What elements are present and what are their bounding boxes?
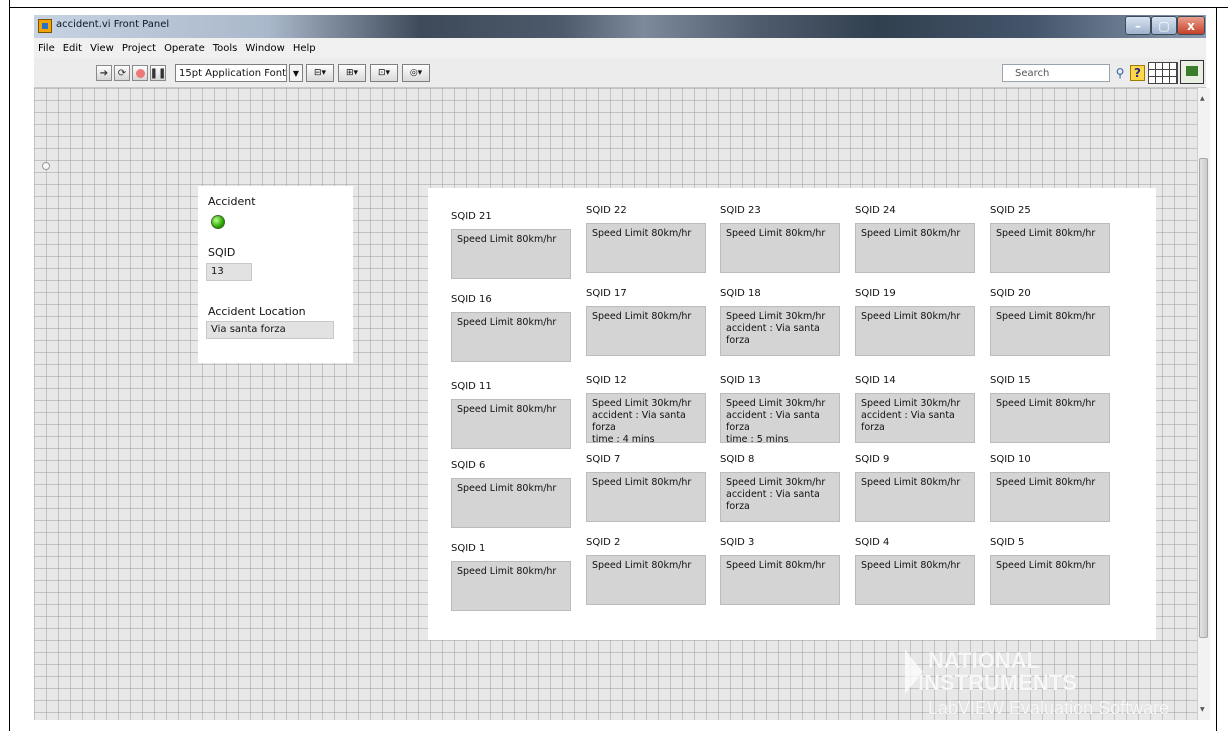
sqid-cell-display[interactable]: Speed Limit 80km/hr — [720, 223, 840, 273]
sqid-cell-label: SQID 13 — [720, 375, 761, 386]
sqid-cell-display[interactable]: Speed Limit 80km/hr — [990, 306, 1110, 356]
sqid-cell-label: SQID 16 — [451, 294, 492, 305]
menu-tools[interactable]: Tools — [213, 43, 238, 54]
run-continuously-icon[interactable]: ⟳ — [114, 65, 130, 81]
sqid-cell-label: SQID 8 — [720, 454, 755, 465]
menu-project[interactable]: Project — [122, 43, 156, 54]
accident-label: Accident — [208, 195, 256, 208]
help-icon[interactable]: ? — [1130, 65, 1145, 81]
sqid-cell-display[interactable]: Speed Limit 30km/hr accident : Via santa… — [586, 393, 706, 443]
sqid-cell-display[interactable]: Speed Limit 80km/hr — [451, 399, 571, 449]
sqid-grid-panel: SQID 21 Speed Limit 80km/hr SQID 22 Speed L… — [428, 188, 1156, 640]
maximize-button[interactable]: ▢ — [1151, 16, 1177, 35]
sqid-cell-display[interactable]: Speed Limit 30km/hr accident : Via santa… — [720, 472, 840, 522]
title-bar[interactable] — [34, 15, 1206, 38]
sqid-cell-label: SQID 25 — [990, 205, 1031, 216]
sqid-cell-label: SQID 2 — [586, 537, 621, 548]
sqid-cell-display[interactable]: Speed Limit 80km/hr — [720, 555, 840, 605]
sqid-cell-display[interactable]: Speed Limit 30km/hr accident : Via santa… — [720, 393, 840, 443]
sqid-cell-display[interactable]: Speed Limit 80km/hr — [990, 555, 1110, 605]
sqid-cell-label: SQID 12 — [586, 375, 627, 386]
screen-border — [1216, 8, 1228, 731]
sqid-cell-label: SQID 4 — [855, 537, 890, 548]
window-title: accident.vi Front Panel — [56, 19, 170, 30]
pause-icon[interactable]: ❚❚ — [150, 65, 166, 81]
sqid-cell-label: SQID 20 — [990, 288, 1031, 299]
sqid-cell-label: SQID 7 — [586, 454, 621, 465]
sqid-cell-label: SQID 17 — [586, 288, 627, 299]
sqid-cell-label: SQID 9 — [855, 454, 890, 465]
minimize-button[interactable]: – — [1125, 16, 1151, 35]
sqid-cell-label: SQID 24 — [855, 205, 896, 216]
search-input[interactable]: Search — [1002, 64, 1110, 82]
sqid-cell-display[interactable]: Speed Limit 80km/hr — [855, 472, 975, 522]
menu-file[interactable]: File — [38, 43, 55, 54]
menu-bar: File Edit View Project Operate Tools Win… — [34, 38, 1206, 58]
sqid-cell-display[interactable]: Speed Limit 30km/hr accident : Via santa… — [720, 306, 840, 356]
watermark-evaluation: LabVIEW Evaluation Software — [928, 698, 1170, 718]
sqid-cell-label: SQID 23 — [720, 205, 761, 216]
sqid-label: SQID — [208, 246, 236, 259]
abort-icon[interactable] — [132, 65, 148, 81]
sqid-cell-label: SQID 11 — [451, 381, 492, 392]
screen-border — [0, 0, 10, 731]
connector-pane-icon[interactable] — [1148, 62, 1178, 84]
canvas-origin-marker — [42, 162, 50, 170]
distribute-objects-icon[interactable]: ⊞▾ — [338, 64, 366, 82]
sqid-cell-display[interactable]: Speed Limit 80km/hr — [990, 223, 1110, 273]
accident-location-label: Accident Location — [208, 305, 306, 318]
sqid-cell-display[interactable]: Speed Limit 80km/hr — [990, 393, 1110, 443]
sqid-cell-display[interactable]: Speed Limit 80km/hr — [855, 223, 975, 273]
sqid-cell-display[interactable]: Speed Limit 80km/hr — [451, 312, 571, 362]
search-icon[interactable]: ⚲ — [1112, 64, 1128, 82]
sqid-cell-display[interactable]: Speed Limit 80km/hr — [451, 478, 571, 528]
screen-border — [10, 0, 1228, 8]
sqid-cell-label: SQID 18 — [720, 288, 761, 299]
sqid-cell-display[interactable]: Speed Limit 80km/hr — [855, 555, 975, 605]
sqid-cell-display[interactable]: Speed Limit 80km/hr — [586, 306, 706, 356]
sqid-cell-display[interactable]: Speed Limit 80km/hr — [990, 472, 1110, 522]
scroll-down-icon[interactable]: ▼ — [1200, 706, 1205, 713]
sqid-cell-label: SQID 19 — [855, 288, 896, 299]
menu-help[interactable]: Help — [293, 43, 316, 54]
resize-objects-icon[interactable]: ⊡▾ — [370, 64, 398, 82]
sqid-cell-display[interactable]: Speed Limit 80km/hr — [586, 223, 706, 273]
sqid-cell-label: SQID 15 — [990, 375, 1031, 386]
align-objects-icon[interactable]: ⊟▾ — [306, 64, 334, 82]
close-button[interactable]: x — [1177, 16, 1205, 35]
chevron-down-icon[interactable]: ▼ — [289, 64, 303, 82]
sqid-cell-label: SQID 5 — [990, 537, 1025, 548]
accident-led-indicator[interactable] — [211, 215, 225, 229]
menu-window[interactable]: Window — [245, 43, 284, 54]
sqid-cell-label: SQID 21 — [451, 211, 492, 222]
sqid-cell-label: SQID 3 — [720, 537, 755, 548]
sqid-cell-display[interactable]: Speed Limit 80km/hr — [451, 229, 571, 279]
sqid-cell-label: SQID 14 — [855, 375, 896, 386]
reorder-icon[interactable]: ◎▾ — [402, 64, 430, 82]
menu-edit[interactable]: Edit — [63, 43, 82, 54]
font-select[interactable]: 15pt Application Font — [175, 64, 287, 82]
labview-app-icon[interactable] — [38, 19, 52, 33]
menu-operate[interactable]: Operate — [164, 43, 205, 54]
sqid-cell-display[interactable]: Speed Limit 80km/hr — [451, 561, 571, 611]
vi-icon[interactable] — [1180, 60, 1204, 84]
sqid-cell-label: SQID 6 — [451, 460, 486, 471]
sqid-cell-label: SQID 1 — [451, 543, 486, 554]
sqid-cell-display[interactable]: Speed Limit 80km/hr — [586, 555, 706, 605]
scroll-up-icon[interactable]: ▲ — [1200, 95, 1205, 102]
sqid-indicator[interactable]: 13 — [206, 263, 252, 281]
sqid-cell-label: SQID 10 — [990, 454, 1031, 465]
sqid-cell-label: SQID 22 — [586, 205, 627, 216]
sqid-cell-display[interactable]: Speed Limit 80km/hr — [586, 472, 706, 522]
sqid-cell-display[interactable]: Speed Limit 80km/hr — [855, 306, 975, 356]
watermark-instruments: INSTRUMENTS — [918, 670, 1077, 695]
menu-view[interactable]: View — [90, 43, 114, 54]
accident-location-indicator[interactable]: Via santa forza — [206, 321, 334, 339]
run-arrow-icon[interactable]: ➔ — [96, 65, 112, 81]
scrollbar-thumb[interactable] — [1199, 158, 1208, 638]
sqid-cell-display[interactable]: Speed Limit 30km/hr accident : Via santa… — [855, 393, 975, 443]
